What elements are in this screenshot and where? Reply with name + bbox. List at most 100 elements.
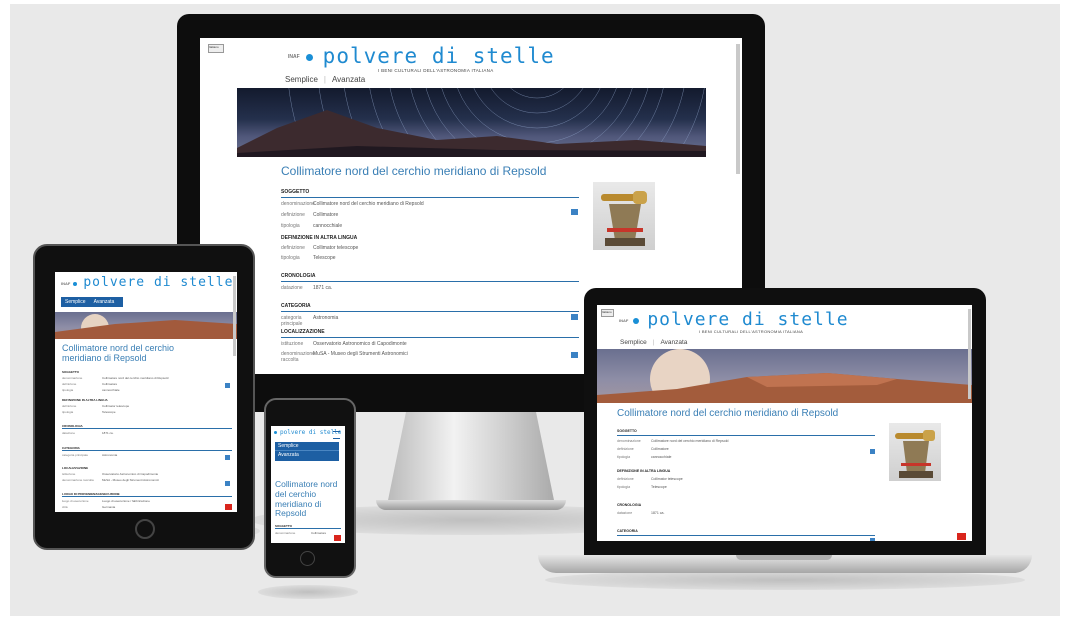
nav-semplice[interactable]: Semplice bbox=[61, 299, 90, 305]
section-cronologia: CRONOLOGIA datazione 1871 ca. bbox=[617, 503, 875, 515]
section-heading: LOCALIZZAZIONE bbox=[62, 466, 89, 470]
info-button[interactable] bbox=[225, 481, 230, 486]
info-button[interactable] bbox=[225, 383, 230, 388]
section-heading: CRONOLOGIA bbox=[62, 424, 232, 429]
section-categoria: CATEGORIA bbox=[617, 529, 875, 536]
list-item: categoria principale Astronomia bbox=[62, 453, 118, 457]
site-logo[interactable]: INAF polvere di stelle bbox=[619, 309, 849, 330]
list-item: denominazione Collimatore nord del cerchi… bbox=[281, 201, 424, 207]
section-heading: SOGGETTO bbox=[62, 370, 79, 374]
tablet-screen: INAF polvere di stelle Semplice Avanzata… bbox=[55, 272, 237, 512]
list-item: denominazione raccolta MuSA - Museo degli… bbox=[62, 478, 159, 482]
nav-avanzata[interactable]: Avanzata bbox=[90, 299, 119, 305]
info-button[interactable] bbox=[225, 455, 230, 460]
phone-home-button[interactable] bbox=[300, 551, 315, 566]
phone-screen: polvere di stelle Semplice Avanzata Coll… bbox=[271, 426, 345, 543]
logo-dot-icon bbox=[305, 54, 313, 61]
tablet-home-button[interactable] bbox=[135, 519, 155, 539]
list-item: denominazione Collimatore nord del cerchi… bbox=[617, 439, 729, 443]
section-soggetto: SOGGETTO denominazione Collimatore bbox=[275, 524, 341, 535]
section-categoria: CATEGORIA categoria principale Astronomia bbox=[62, 446, 232, 457]
list-item: definizione Collimator telescope bbox=[281, 245, 359, 251]
scrollbar[interactable] bbox=[233, 276, 236, 356]
page-title: Collimatore nord del cerchio meridiano d… bbox=[281, 164, 547, 178]
section-soggetto: SOGGETTO denominazione Collimatore nord d… bbox=[281, 189, 579, 229]
nav-semplice[interactable]: Semplice bbox=[617, 339, 650, 346]
site-tagline: I BENI CULTURALI DELL'ASTRONOMIA ITALIAN… bbox=[378, 68, 494, 73]
inaf-logo: INAF bbox=[288, 54, 300, 60]
scroll-top-button[interactable] bbox=[957, 533, 966, 540]
list-item: definizione Collimator telescope bbox=[617, 477, 683, 481]
section-heading: SOGGETTO bbox=[275, 524, 341, 529]
nav-semplice[interactable]: Semplice bbox=[275, 442, 339, 451]
section-heading: DEFINIZIONE IN ALTRA LINGUA bbox=[62, 398, 108, 402]
logo-text: polvere di stelle bbox=[83, 275, 234, 290]
list-item: istituzione Osservatorio Astronomico di C… bbox=[281, 341, 407, 347]
list-item: datazione 1871 ca. bbox=[281, 285, 333, 291]
header-banner-image bbox=[597, 349, 972, 403]
list-item: definizione Collimatore bbox=[62, 382, 118, 386]
inaf-logo: INAF bbox=[61, 281, 71, 286]
monitor-stand bbox=[386, 410, 556, 510]
section-soggetto: SOGGETTO denominazione Collimatore nord d… bbox=[62, 370, 232, 392]
language-button[interactable]: Italiano bbox=[208, 44, 224, 53]
page-title: Collimatore nord del cerchio meridiano d… bbox=[617, 408, 839, 419]
scrollbar[interactable] bbox=[736, 44, 740, 174]
logo-dot-icon bbox=[274, 431, 277, 434]
list-item: datazione 1871 ca. bbox=[62, 431, 114, 435]
info-button[interactable] bbox=[571, 352, 578, 358]
site-tagline: I BENI CULTURALI DELL'ASTRONOMIA ITALIAN… bbox=[699, 329, 804, 334]
list-item: tipologia Telescope bbox=[281, 255, 336, 261]
menu-icon[interactable] bbox=[333, 431, 340, 439]
scroll-top-button[interactable] bbox=[225, 504, 232, 510]
site-logo[interactable]: INAF polvere di stelle bbox=[61, 275, 233, 290]
info-button[interactable] bbox=[870, 449, 875, 454]
section-localizzazione: LOCALIZZAZIONE istituzione Osservatorio A… bbox=[281, 329, 579, 363]
nav-avanzata[interactable]: Avanzata bbox=[329, 75, 368, 84]
section-heading: LOCALIZZAZIONE bbox=[281, 329, 579, 338]
list-item: denominazione Collimatore nord del cerchi… bbox=[62, 376, 169, 380]
list-item: istituzione Osservatorio Astronomico di C… bbox=[62, 472, 159, 476]
nav-avanzata[interactable]: Avanzata bbox=[275, 451, 339, 459]
section-soggetto: SOGGETTO denominazione Collimatore nord d… bbox=[617, 429, 875, 459]
info-button[interactable] bbox=[870, 538, 875, 541]
section-heading: CATEGORIA bbox=[281, 303, 579, 312]
section-cronologia: CRONOLOGIA datazione 1871 ca. bbox=[62, 424, 232, 435]
list-item: definizione Collimatore bbox=[281, 212, 339, 218]
section-heading: LUOGO DI PROVENIENZA/ESECUZIONE bbox=[62, 492, 232, 497]
section-cronologia: CRONOLOGIA datazione 1871 ca. bbox=[281, 273, 579, 291]
info-button[interactable] bbox=[571, 209, 578, 215]
list-item: tipologia cannocchiale bbox=[617, 455, 672, 459]
list-item: tipologia Telescope bbox=[62, 410, 116, 414]
nav-avanzata[interactable]: Avanzata bbox=[657, 339, 690, 346]
scrollbar[interactable] bbox=[968, 309, 971, 399]
logo-text: polvere di stelle bbox=[322, 44, 555, 68]
section-heading: CATEGORIA bbox=[617, 529, 875, 536]
list-item: categoria principale Astronomia bbox=[281, 315, 339, 327]
logo-dot-icon bbox=[73, 282, 78, 286]
site-logo[interactable]: polvere di stelle bbox=[274, 429, 341, 436]
section-heading: DEFINIZIONE IN ALTRA LINGUA bbox=[281, 235, 358, 241]
object-photo[interactable] bbox=[593, 182, 655, 250]
info-button[interactable] bbox=[571, 314, 578, 320]
laptop-screen: Italiano INAF polvere di stelle I BENI C… bbox=[597, 305, 972, 541]
header-banner-image bbox=[55, 312, 237, 339]
section-heading: DEFINIZIONE IN ALTRA LINGUA bbox=[617, 469, 671, 473]
page-title: Collimatore nord del cerchio meridiano d… bbox=[275, 479, 338, 519]
list-item: tipologia Telescope bbox=[617, 485, 667, 489]
section-categoria: CATEGORIA categoria principale Astronomia bbox=[281, 303, 579, 327]
list-item: tipologia cannocchiale bbox=[62, 388, 120, 392]
list-item: denominazione raccolta MuSA - Museo degli… bbox=[281, 351, 408, 363]
main-nav: Semplice Avanzata bbox=[275, 442, 339, 461]
section-altra-lingua: DEFINIZIONE IN ALTRA LINGUA definizione C… bbox=[281, 235, 579, 261]
language-button[interactable]: Italiano bbox=[601, 309, 614, 317]
object-photo[interactable] bbox=[889, 423, 941, 481]
section-heading: CRONOLOGIA bbox=[281, 273, 579, 282]
section-altra-lingua: DEFINIZIONE IN ALTRA LINGUA definizione C… bbox=[617, 469, 875, 489]
site-logo[interactable]: INAF polvere di stelle bbox=[288, 44, 555, 68]
nav-semplice[interactable]: Semplice bbox=[282, 75, 321, 84]
list-item: denominazione Collimatore bbox=[275, 531, 327, 535]
section-heading: CATEGORIA bbox=[62, 446, 232, 451]
list-item: luogo di esecuzione Luogo di esecuzione /… bbox=[62, 499, 150, 503]
scroll-top-button[interactable] bbox=[334, 535, 341, 541]
